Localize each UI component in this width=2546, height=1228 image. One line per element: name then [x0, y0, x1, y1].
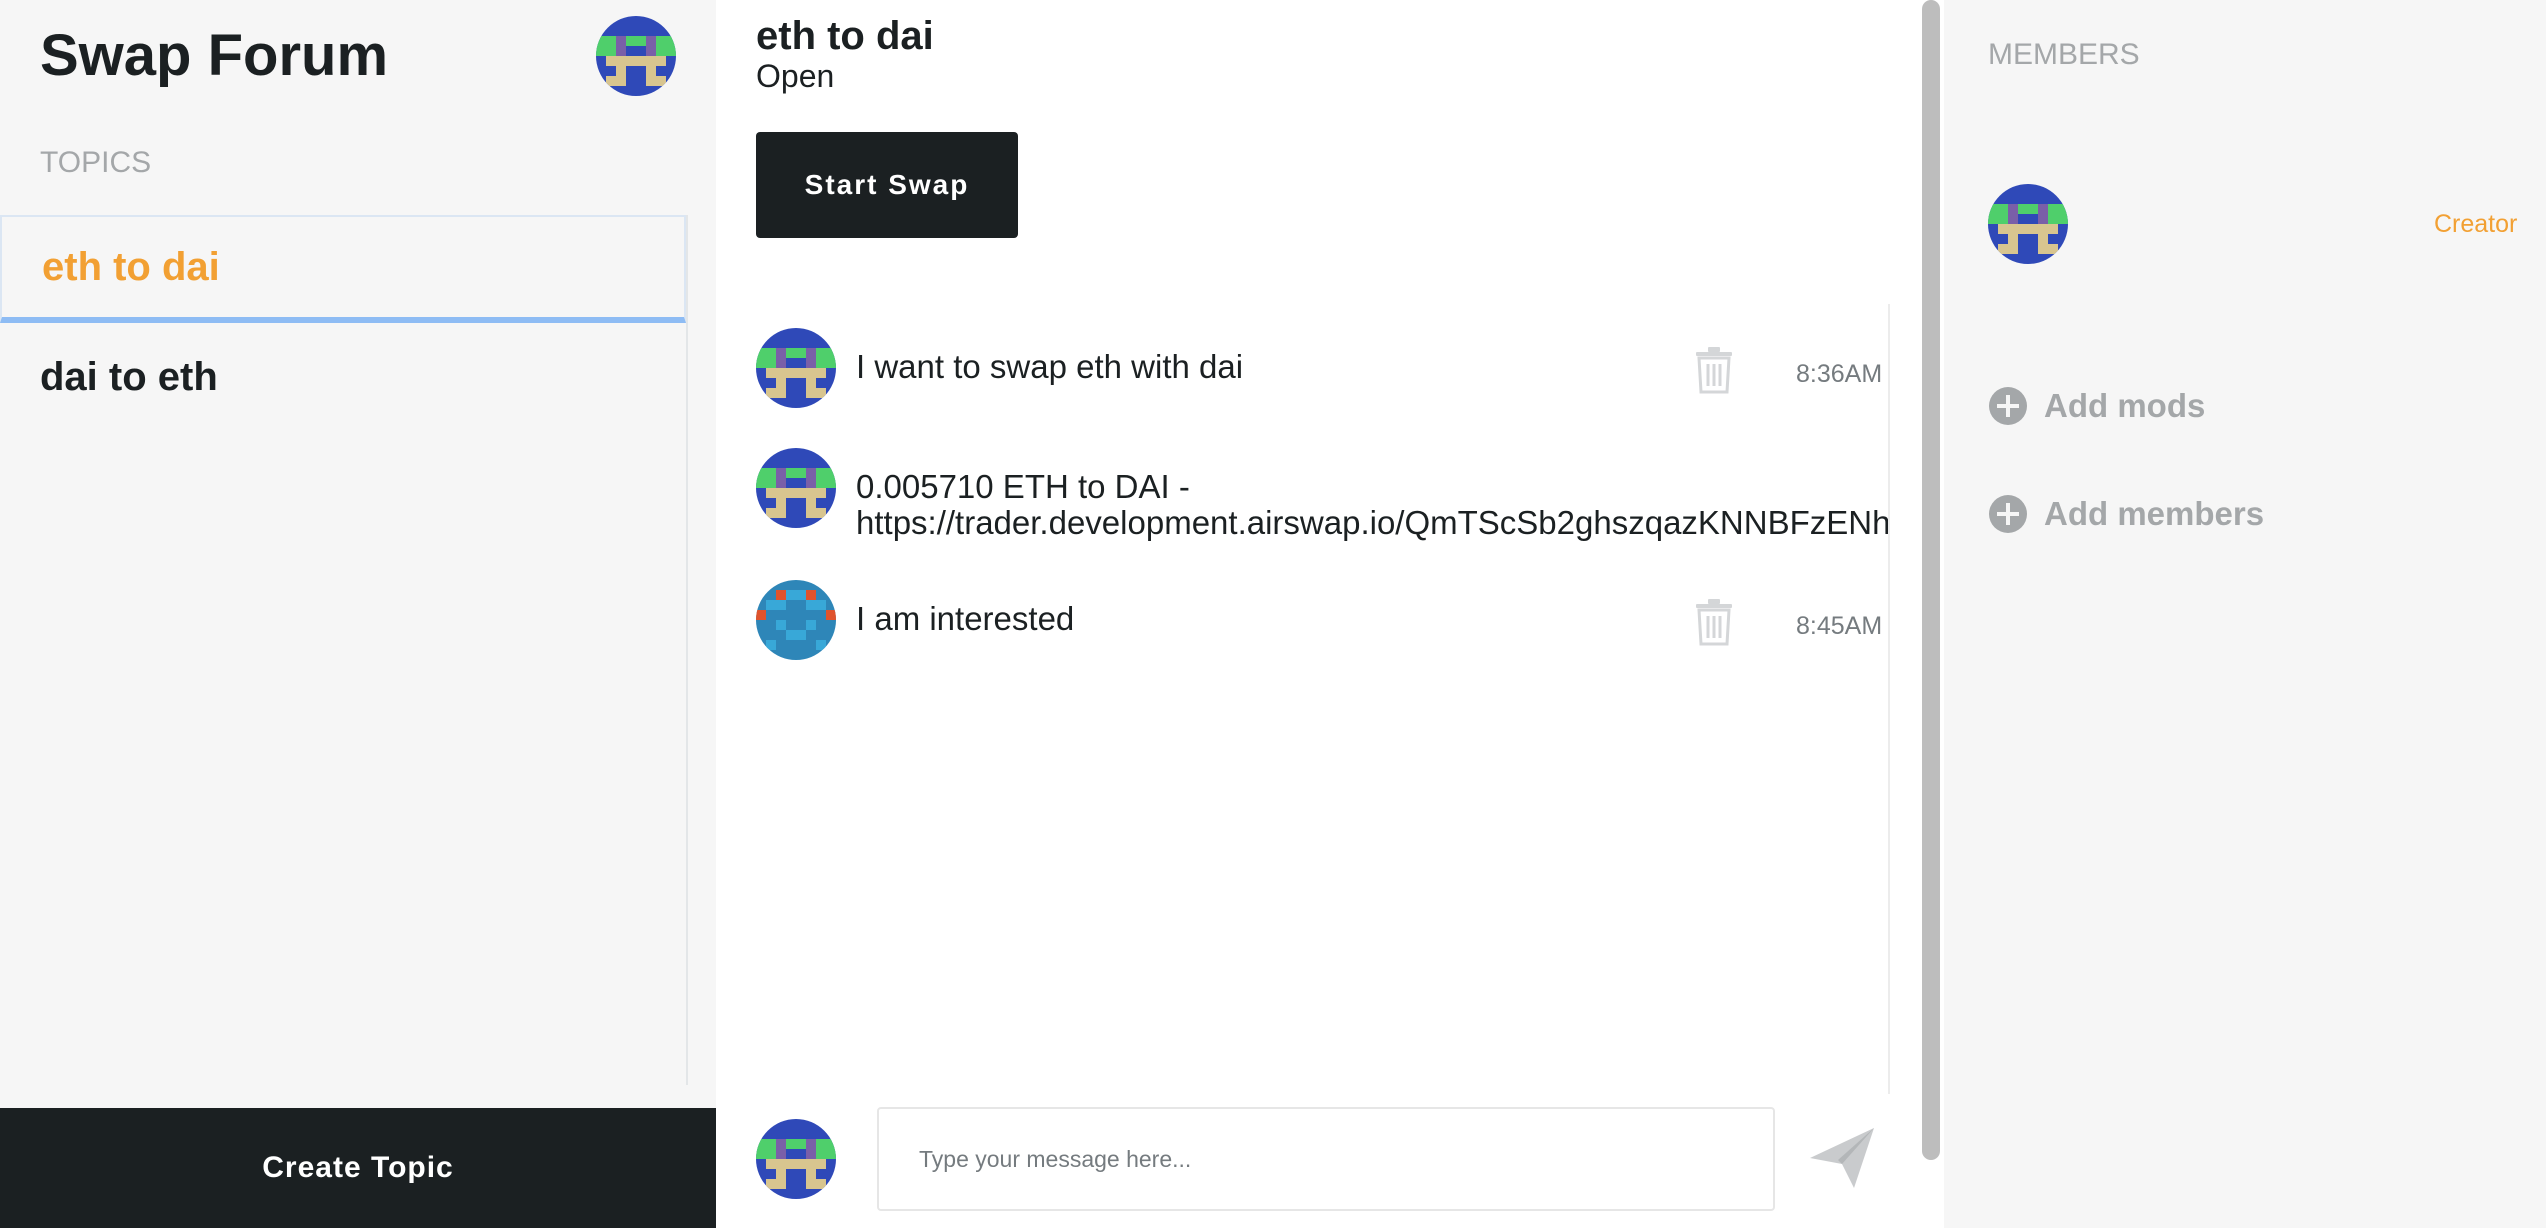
add-members-label: Add members	[2044, 495, 2265, 532]
message-link[interactable]: https://trader.development.airswap.io/Qm…	[856, 504, 1888, 542]
message-text: I am interested	[856, 600, 1075, 637]
message-time: 8:45AM	[1796, 612, 1883, 640]
plus-circle-icon	[1989, 495, 2027, 533]
message-avatar	[756, 328, 836, 408]
create-topic-button[interactable]: Create Topic	[0, 1108, 716, 1228]
trash-icon[interactable]	[1694, 346, 1734, 394]
topic-title: eth to dai	[756, 14, 934, 58]
topic-status: Open	[756, 58, 835, 94]
topic-item-eth-to-dai[interactable]: eth to dai	[0, 215, 686, 323]
member-role-badge: Creator	[2434, 210, 2518, 238]
topic-list: eth to dai dai to eth	[0, 215, 688, 1085]
message-item: I am interested 8:45AM	[756, 580, 1886, 660]
message-time: 8:36AM	[1796, 360, 1883, 388]
message-text: I want to swap eth with dai	[856, 348, 1244, 385]
message-avatar	[756, 580, 836, 660]
topic-detail: eth to dai Open Start Swap I want to swa…	[716, 0, 1916, 1228]
message-item: I want to swap eth with dai 8:36AM	[756, 328, 1886, 408]
message-input[interactable]	[877, 1107, 1775, 1211]
user-avatar[interactable]	[596, 16, 676, 96]
message-text-line-1: 0.005710 ETH to DAI -	[856, 468, 1190, 505]
members-panel: MEMBERS Creator Add mods Add members	[1944, 0, 2546, 1228]
plus-circle-icon	[1989, 387, 2027, 425]
message-list: I want to swap eth with dai 8:36AM 0.005…	[716, 304, 1890, 1094]
topics-heading: TOPICS	[40, 146, 152, 179]
message-avatar	[756, 448, 836, 528]
trash-icon[interactable]	[1694, 598, 1734, 646]
message-item: 0.005710 ETH to DAI - https://trader.dev…	[756, 448, 1888, 541]
start-swap-button[interactable]: Start Swap	[756, 132, 1018, 238]
add-mods-label: Add mods	[2044, 387, 2206, 424]
paper-plane-icon[interactable]	[1808, 1124, 1876, 1192]
add-mods-button[interactable]: Add mods	[1988, 384, 2205, 428]
topic-item-dai-to-eth[interactable]: dai to eth	[0, 323, 686, 431]
app-title: Swap Forum	[40, 23, 389, 88]
add-members-button[interactable]: Add members	[1988, 492, 2264, 536]
scrollbar[interactable]	[1922, 0, 1940, 1160]
topics-sidebar: Swap Forum TOPICS eth to dai dai to eth …	[0, 0, 716, 1228]
composer-avatar	[756, 1119, 836, 1199]
members-heading: MEMBERS	[1988, 38, 2140, 71]
member-avatar[interactable]	[1988, 184, 2068, 264]
